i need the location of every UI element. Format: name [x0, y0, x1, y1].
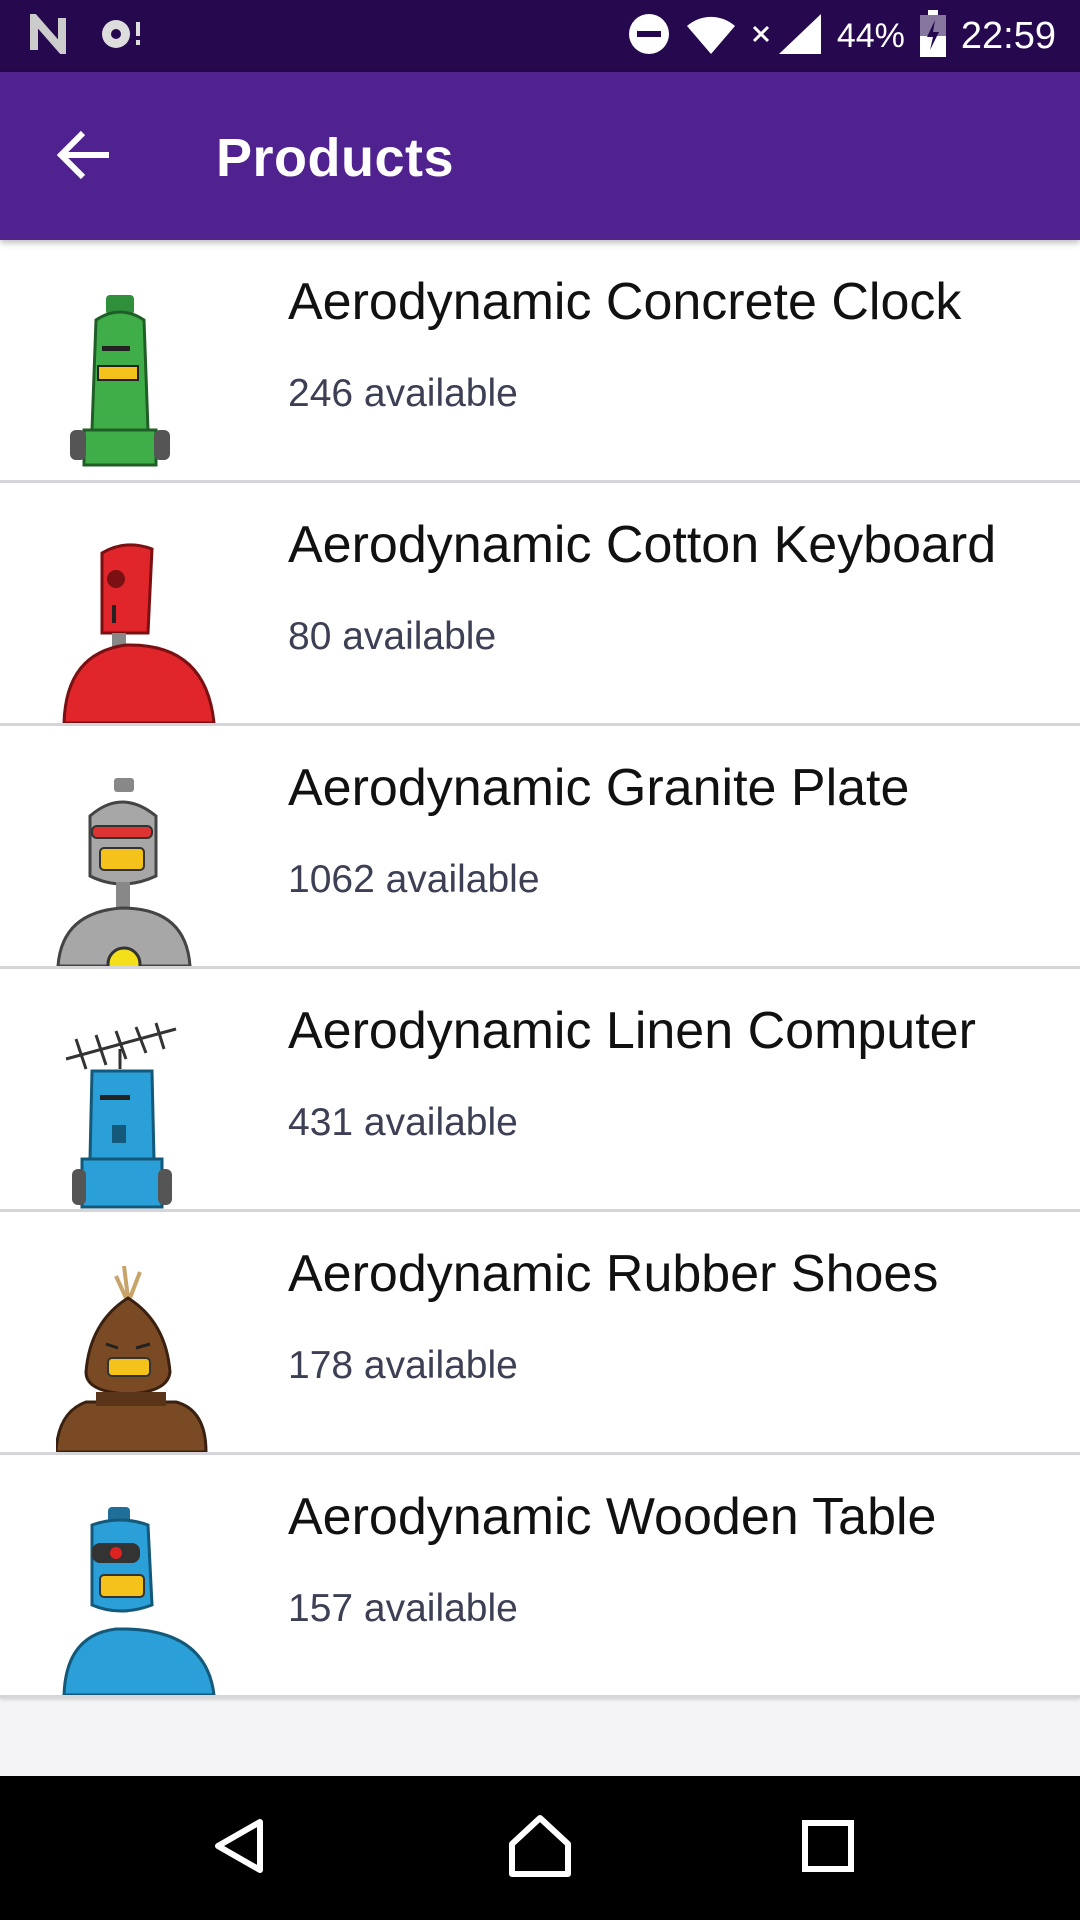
product-stock: 1062 available: [288, 858, 540, 901]
back-triangle-icon: [210, 1816, 270, 1881]
notification-app-icon: [98, 14, 148, 59]
robot-avatar-icon: [56, 1505, 241, 1695]
robot-avatar-icon: [56, 1019, 241, 1209]
product-card[interactable]: Aerodynamic Granite Plate 1062 available: [0, 726, 1080, 969]
battery-charging-icon: [919, 9, 947, 63]
page-title: Products: [216, 128, 455, 188]
product-stock: 157 available: [288, 1587, 518, 1630]
product-list: Aerodynamic Concrete Clock 246 available…: [0, 240, 1080, 1698]
product-card[interactable]: Aerodynamic Concrete Clock 246 available: [0, 240, 1080, 483]
product-name: Aerodynamic Cotton Keyboard: [288, 516, 997, 574]
product-stock: 246 available: [288, 372, 518, 415]
robot-avatar-icon: [56, 533, 241, 723]
no-data-icon: [751, 24, 771, 49]
recents-icon: [800, 1818, 856, 1879]
navigation-bar: [0, 1776, 1080, 1920]
clock: 22:59: [960, 14, 1056, 57]
back-button[interactable]: [50, 122, 120, 192]
nav-recents-button[interactable]: [788, 1808, 868, 1888]
product-card[interactable]: Aerodynamic Linen Computer 431 available: [0, 969, 1080, 1212]
product-name: Aerodynamic Wooden Table: [288, 1488, 937, 1546]
product-stock: 178 available: [288, 1344, 518, 1387]
product-card[interactable]: Aerodynamic Cotton Keyboard 80 available: [0, 483, 1080, 726]
battery-percent: 44%: [836, 16, 905, 55]
notification-n-icon: [30, 7, 74, 61]
nav-back-button[interactable]: [200, 1808, 280, 1888]
app-bar: Products: [0, 72, 1080, 240]
nav-home-button[interactable]: [500, 1808, 580, 1888]
arrow-back-icon: [56, 130, 113, 185]
product-name: Aerodynamic Rubber Shoes: [288, 1245, 939, 1303]
product-card[interactable]: Aerodynamic Rubber Shoes 178 available: [0, 1212, 1080, 1455]
product-card[interactable]: Aerodynamic Wooden Table 157 available: [0, 1455, 1080, 1698]
product-name: Aerodynamic Linen Computer: [288, 1002, 976, 1060]
robot-avatar-icon: [56, 290, 241, 480]
status-bar: 44% 22:59: [0, 0, 1080, 72]
product-stock: 80 available: [288, 615, 497, 658]
cell-signal-icon: [775, 12, 823, 61]
product-name: Aerodynamic Concrete Clock: [288, 273, 962, 331]
robot-avatar-icon: [56, 1262, 241, 1452]
wifi-icon: [685, 12, 737, 61]
do-not-disturb-icon: [627, 12, 671, 61]
home-icon: [508, 1814, 572, 1883]
robot-avatar-icon: [56, 776, 241, 966]
product-stock: 431 available: [288, 1101, 518, 1144]
product-name: Aerodynamic Granite Plate: [288, 759, 910, 817]
